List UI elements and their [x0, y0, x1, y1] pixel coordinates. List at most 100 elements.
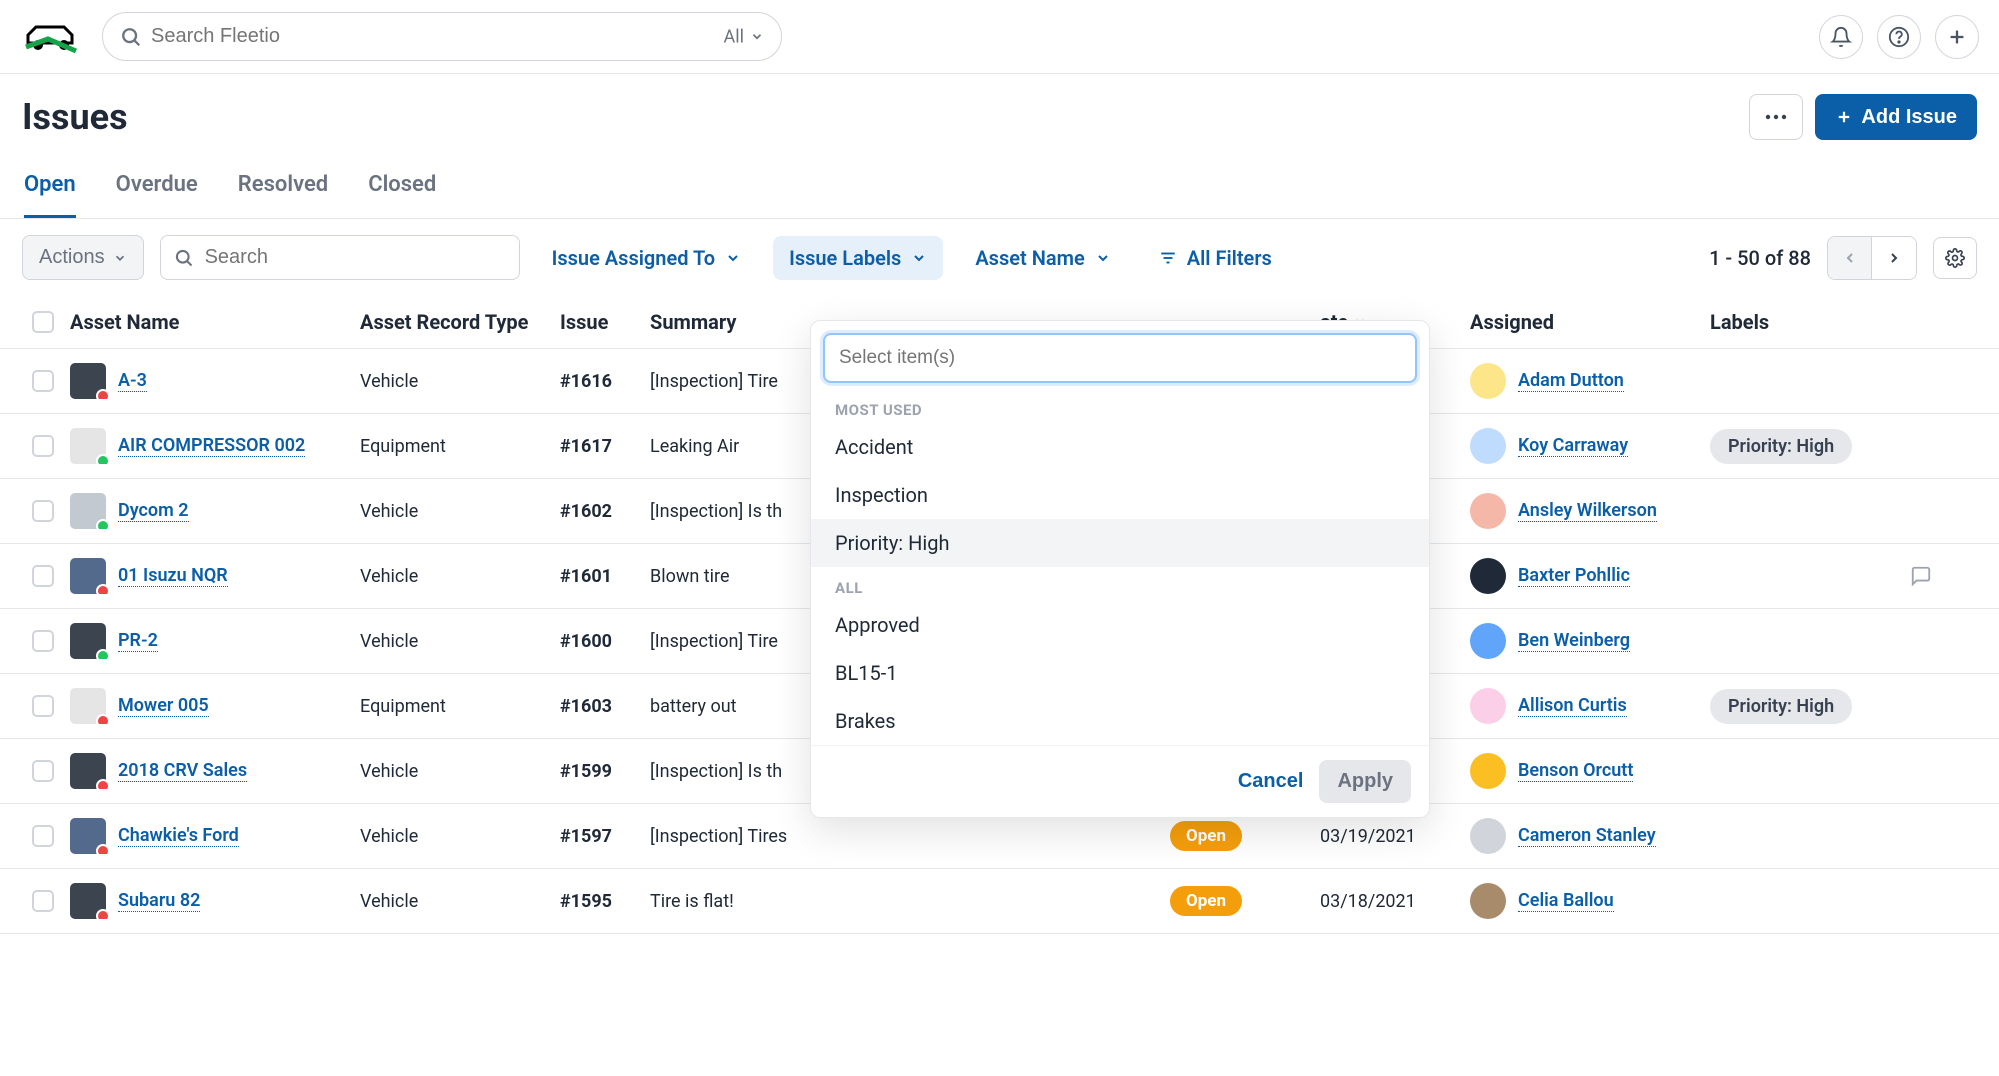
asset-link[interactable]: PR-2 [118, 630, 158, 652]
dropdown-cancel[interactable]: Cancel [1238, 760, 1304, 803]
asset-type: Equipment [350, 436, 550, 457]
labels-search-input[interactable] [823, 333, 1417, 383]
asset-thumbnail [70, 818, 106, 854]
pager-prev[interactable] [1828, 237, 1872, 279]
assigned-link[interactable]: Ansley Wilkerson [1518, 500, 1657, 522]
col-asset-type[interactable]: Asset Record Type [350, 310, 550, 334]
issue-number: #1617 [550, 436, 640, 457]
dropdown-item[interactable]: Priority: High [811, 519, 1429, 567]
dropdown-item[interactable]: BL15-1 [811, 649, 1429, 697]
asset-link[interactable]: 01 Isuzu NQR [118, 565, 228, 587]
logo [20, 17, 82, 57]
search-scope[interactable]: All [724, 26, 765, 47]
comment-icon[interactable] [1900, 565, 1960, 587]
status: Open [1160, 821, 1310, 851]
col-issue[interactable]: Issue [550, 310, 640, 334]
pager [1827, 236, 1917, 280]
issue-number: #1616 [550, 371, 640, 392]
help-button[interactable] [1877, 15, 1921, 59]
row-checkbox[interactable] [32, 500, 54, 522]
more-actions-button[interactable] [1749, 94, 1803, 140]
settings-button[interactable] [1933, 237, 1977, 279]
dropdown-item[interactable]: Accident [811, 423, 1429, 471]
tab-open[interactable]: Open [24, 160, 76, 218]
assigned-link[interactable]: Koy Carraway [1518, 435, 1628, 457]
add-issue-label: Add Issue [1861, 106, 1957, 129]
filter-labels[interactable]: Issue Labels [773, 236, 943, 280]
assigned-link[interactable]: Celia Ballou [1518, 890, 1614, 912]
search-scope-label: All [724, 26, 745, 47]
add-button[interactable] [1935, 15, 1979, 59]
dropdown-section-most: MOST USED [811, 389, 1429, 423]
row-checkbox[interactable] [32, 760, 54, 782]
summary: [Inspection] Tires [640, 826, 1160, 847]
actions-dropdown[interactable]: Actions [22, 235, 144, 280]
table-row[interactable]: Subaru 82 Vehicle #1595 Tire is flat! Op… [0, 869, 1999, 934]
issue-number: #1597 [550, 826, 640, 847]
status-dot [96, 454, 110, 464]
dropdown-item[interactable]: Inspection [811, 471, 1429, 519]
avatar [1470, 428, 1506, 464]
tab-closed[interactable]: Closed [368, 160, 436, 218]
search-icon [174, 248, 194, 268]
assigned-link[interactable]: Benson Orcutt [1518, 760, 1633, 782]
row-checkbox[interactable] [32, 695, 54, 717]
asset-link[interactable]: Mower 005 [118, 695, 209, 717]
row-checkbox[interactable] [32, 890, 54, 912]
asset-link[interactable]: Subaru 82 [118, 890, 200, 912]
filter-asset-name[interactable]: Asset Name [959, 236, 1126, 280]
col-labels[interactable]: Labels [1700, 310, 1900, 334]
status-dot [96, 584, 110, 594]
col-asset-name[interactable]: Asset Name [60, 310, 350, 334]
assigned-link[interactable]: Ben Weinberg [1518, 630, 1630, 652]
avatar [1470, 493, 1506, 529]
assigned-link[interactable]: Cameron Stanley [1518, 825, 1656, 847]
row-checkbox[interactable] [32, 825, 54, 847]
dropdown-apply[interactable]: Apply [1319, 760, 1411, 803]
issue-number: #1600 [550, 631, 640, 652]
assigned-link[interactable]: Allison Curtis [1518, 695, 1627, 717]
filter-all[interactable]: All Filters [1143, 236, 1288, 280]
status-dot [96, 649, 110, 659]
avatar [1470, 623, 1506, 659]
filter-assigned[interactable]: Issue Assigned To [536, 236, 757, 280]
issue-number: #1601 [550, 566, 640, 587]
header-actions [1819, 15, 1979, 59]
avatar [1470, 883, 1506, 919]
asset-thumbnail [70, 753, 106, 789]
select-all-checkbox[interactable] [32, 311, 54, 333]
tab-overdue[interactable]: Overdue [116, 160, 198, 218]
pager-next[interactable] [1872, 237, 1916, 279]
asset-link[interactable]: Dycom 2 [118, 500, 189, 522]
filter-search-input[interactable] [160, 235, 520, 280]
col-assigned[interactable]: Assigned [1460, 310, 1700, 334]
row-checkbox[interactable] [32, 630, 54, 652]
row-checkbox[interactable] [32, 565, 54, 587]
status-dot [96, 844, 110, 854]
add-issue-button[interactable]: Add Issue [1815, 94, 1977, 140]
avatar [1470, 363, 1506, 399]
label: Priority: High [1700, 429, 1900, 464]
asset-link[interactable]: A-3 [118, 370, 147, 392]
dropdown-item[interactable]: Approved [811, 601, 1429, 649]
notifications-button[interactable] [1819, 15, 1863, 59]
dropdown-item[interactable]: Brakes [811, 697, 1429, 745]
asset-link[interactable]: Chawkie's Ford [118, 825, 239, 847]
asset-type: Vehicle [350, 891, 550, 912]
status-dot [96, 909, 110, 919]
global-search: All [102, 12, 782, 61]
asset-type: Vehicle [350, 761, 550, 782]
row-checkbox[interactable] [32, 370, 54, 392]
avatar [1470, 558, 1506, 594]
asset-link[interactable]: AIR COMPRESSOR 002 [118, 435, 305, 457]
tab-resolved[interactable]: Resolved [238, 160, 328, 218]
asset-link[interactable]: 2018 CRV Sales [118, 760, 247, 782]
assigned-link[interactable]: Adam Dutton [1518, 370, 1624, 392]
filter-search [160, 235, 520, 280]
asset-thumbnail [70, 493, 106, 529]
issue-number: #1595 [550, 891, 640, 912]
global-search-input[interactable] [102, 12, 782, 61]
tabs: Open Overdue Resolved Closed [0, 150, 1999, 219]
row-checkbox[interactable] [32, 435, 54, 457]
assigned-link[interactable]: Baxter Pohllic [1518, 565, 1630, 587]
